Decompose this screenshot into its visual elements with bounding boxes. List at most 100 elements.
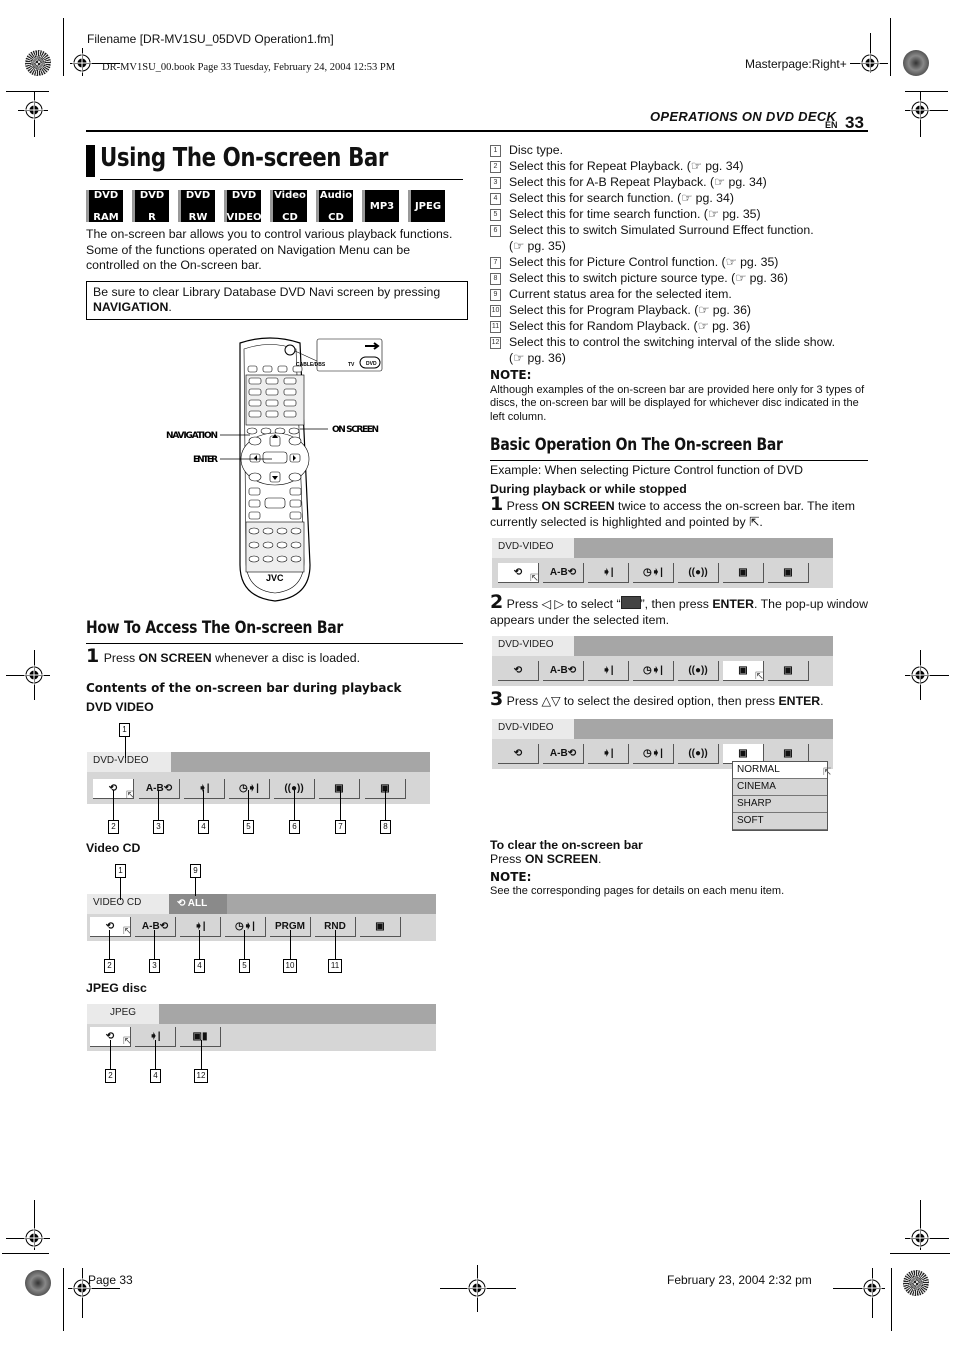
picture-source-button[interactable]: ▣ (768, 661, 809, 681)
on-screen-bar-video-cd: VIDEO CD ⟲ ALL ⟲ A-B⟲ ➧| ◷➧| PRGM RND ▣ … (87, 894, 436, 941)
legend-text: Select this for time search function. (☞… (509, 207, 761, 221)
callout-number: 10 (490, 305, 501, 317)
title-bar-decoration (86, 145, 95, 177)
crop-mark (63, 1268, 64, 1331)
header-rule (86, 130, 868, 132)
popup-option-cinema[interactable]: CINEMA (733, 779, 827, 796)
callout-2: 2 (108, 820, 119, 834)
callout-12: 12 (194, 1069, 208, 1083)
legend-item: 6 Select this to switch Simulated Surroun… (490, 222, 870, 238)
ab-repeat-button[interactable]: A-B⟲ (543, 744, 584, 764)
title-rule (100, 179, 463, 180)
search-button[interactable]: ➧| (588, 661, 629, 681)
legend-item-continued: (☞ pg. 36) (509, 351, 566, 365)
crop-mark (890, 1253, 950, 1254)
callout-4: 4 (198, 820, 209, 834)
callout-9: 9 (190, 864, 201, 878)
crop-mark (905, 91, 948, 92)
callout-number: 5 (490, 209, 501, 221)
label-enter: ENTER (193, 455, 218, 465)
repeat-button[interactable]: ⟲ (498, 661, 539, 681)
clear-heading: To clear the on-screen bar (490, 838, 643, 852)
pointer-icon: ⇱ (823, 767, 832, 778)
callout-number: 9 (490, 289, 501, 301)
search-button[interactable]: ➧| (180, 917, 221, 937)
callout-number: 8 (490, 273, 501, 285)
picture-control-icon (620, 596, 641, 609)
registration-mark (24, 100, 44, 120)
ab-repeat-button[interactable]: A-B⟲ (135, 917, 176, 937)
remote-control-illustration: CABLE/DBS TV DVD JVC NAVIGATION ENTER ON… (166, 337, 383, 602)
color-bar-mark (903, 50, 929, 76)
ab-repeat-button[interactable]: A-B⟲ (543, 661, 584, 681)
registration-mark (910, 100, 930, 120)
note-text: See the corresponding pages for details … (490, 885, 785, 897)
callout-number: 2 (490, 161, 501, 173)
legend-text: Select this for Program Playback. (☞ pg.… (509, 303, 752, 317)
dvd-video-label: DVD VIDEO (86, 700, 154, 714)
on-screen-bar-dvd-video: DVD-VIDEO ⟲ A-B⟲ ➧| ◷➧| ((●)) ▣ ▣ ⇱ (87, 752, 430, 804)
callout-1: 1 (115, 864, 126, 878)
disc-type-label: DVD-VIDEO (492, 538, 574, 558)
disc-badge: MP3 (362, 190, 399, 222)
surround-button[interactable]: ((●)) (678, 744, 719, 764)
pointer-icon: ⇱ (126, 790, 135, 801)
ab-repeat-button[interactable]: A-B⟲ (543, 563, 584, 583)
disc-badge: Audio CD (316, 190, 353, 223)
callout-legend: 1 Disc type. 2 Select this for Repeat Playb… (490, 142, 870, 366)
legend-text: Select this to switch picture source typ… (509, 271, 788, 285)
time-search-button[interactable]: ◷➧| (225, 917, 266, 937)
search-button[interactable]: ➧| (184, 779, 225, 799)
time-search-button[interactable]: ◷➧| (633, 563, 674, 583)
callout-number: 6 (490, 225, 501, 237)
search-button[interactable]: ➧| (588, 744, 629, 764)
crop-mark (891, 1268, 892, 1331)
disc-badge: DVD VIDEO (224, 190, 262, 223)
note-text: Although examples of the on-screen bar a… (490, 384, 865, 423)
legend-text: Select this for Random Playback. (☞ pg. … (509, 319, 751, 333)
remote-brand: JVC (266, 573, 284, 583)
jpeg-label: JPEG disc (86, 981, 147, 995)
picture-control-popup: NORMAL CINEMA SHARP SOFT (732, 761, 828, 831)
legend-item: 5 Select this for time search function. (… (490, 206, 870, 222)
basic-operation-heading: Basic Operation On The On-screen Bar (490, 435, 783, 455)
legend-item: 4 Select this for search function. (☞ pg.… (490, 190, 870, 206)
video-cd-label: Video CD (86, 841, 141, 855)
legend-item: 8 Select this to switch picture source ty… (490, 270, 870, 286)
picture-control-button[interactable]: ▣ (360, 917, 401, 937)
legend-text: Select this for A-B Repeat Playback. (☞ … (509, 175, 767, 189)
label-on-screen: ON SCREEN (332, 425, 379, 435)
time-search-button[interactable]: ◷➧| (633, 661, 674, 681)
callout-6: 6 (289, 820, 300, 834)
legend-text: Select this for search function. (☞ pg. … (509, 191, 734, 205)
navigation-key (248, 436, 262, 446)
popup-option-soft[interactable]: SOFT (733, 813, 827, 830)
label-navigation: NAVIGATION (166, 431, 218, 441)
search-button[interactable]: ➧| (588, 563, 629, 583)
popup-option-sharp[interactable]: SHARP (733, 796, 827, 813)
picture-source-button[interactable]: ▣ (768, 563, 809, 583)
time-search-button[interactable]: ◷➧| (229, 779, 270, 799)
access-step-1: 1 Press ON SCREEN whenever a disc is loa… (86, 645, 360, 667)
legend-item: 7 Select this for Picture Control functio… (490, 254, 870, 270)
ab-repeat-button[interactable]: A-B⟲ (139, 779, 180, 799)
disc-type-label: DVD-VIDEO (87, 752, 171, 772)
callout-number: 3 (490, 177, 501, 189)
surround-button[interactable]: ((●)) (678, 661, 719, 681)
example-text: Example: When selecting Picture Control … (490, 463, 804, 477)
callout-3: 3 (153, 820, 164, 834)
legend-item: 12 Select this to control the switching i… (490, 334, 870, 350)
time-search-button[interactable]: ◷➧| (633, 744, 674, 764)
page-title: Using The On-screen Bar (100, 143, 389, 173)
popup-option-normal[interactable]: NORMAL (733, 762, 827, 779)
legend-item: 9 Current status area for the selected it… (490, 286, 870, 302)
repeat-button[interactable]: ⟲ (498, 744, 539, 764)
crop-mark (2, 1253, 49, 1254)
print-filename: Filename [DR-MV1SU_05DVD Operation1.fm] (87, 32, 334, 46)
heading-rule (86, 643, 463, 644)
picture-control-button[interactable]: ▣ (723, 563, 764, 583)
surround-button[interactable]: ((●)) (678, 563, 719, 583)
callout-number: 7 (490, 257, 501, 269)
heading-rule (490, 460, 868, 461)
basic-step-1: 1 Press ON SCREEN twice to access the on… (490, 493, 855, 529)
